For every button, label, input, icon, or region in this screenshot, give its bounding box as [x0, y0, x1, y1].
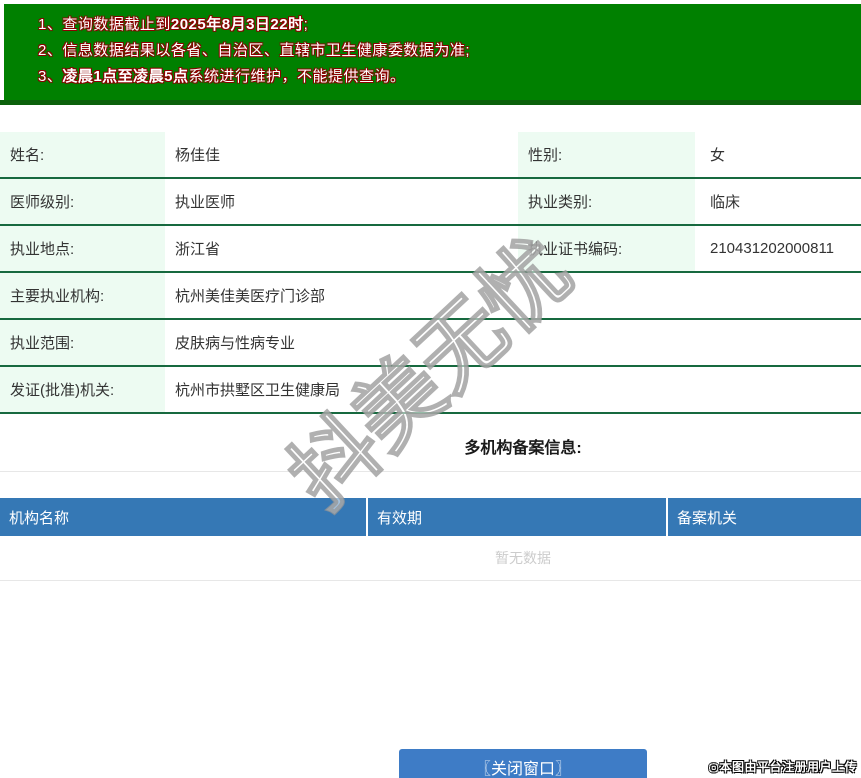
notice-banner-divider — [0, 100, 861, 105]
notice-text: 查询数据截止到 — [62, 16, 171, 33]
field-label-certificate-number: 执业证书编码: — [518, 226, 695, 271]
field-value-name: 杨佳佳 — [175, 147, 221, 164]
notice-text: ; — [303, 16, 309, 33]
notice-bold-text: 凌晨1点至凌晨5点 — [62, 68, 189, 85]
field-label-issuing-authority: 发证(批准)机关: — [0, 367, 165, 412]
field-label-practice-location: 执业地点: — [0, 226, 165, 271]
notice-text: 系统进行维护，不能提供查询。 — [188, 68, 406, 85]
upload-credit-watermark: ◎本图由平台注册用户上传 — [708, 760, 857, 774]
query-result-page: 1、查询数据截止到2025年8月3日22时; 2、信息数据结果以各省、自治区、直… — [0, 0, 861, 778]
filing-section-title: 多机构备案信息: — [464, 440, 582, 457]
field-value-issuing-authority: 杭州市拱墅区卫生健康局 — [175, 382, 341, 399]
table-row: 执业范围: 皮肤病与性病专业 — [0, 320, 861, 367]
divider — [0, 471, 861, 472]
field-label-gender: 性别: — [518, 132, 695, 177]
column-header-validity-period: 有效期 — [368, 498, 668, 536]
notice-line-2: 2、信息数据结果以各省、自治区、直辖市卫生健康委数据为准; — [38, 38, 861, 64]
table-row: 主要执业机构: 杭州美佳美医疗门诊部 — [0, 273, 861, 320]
field-label-practice-category: 执业类别: — [518, 179, 695, 224]
field-value-practice-category: 临床 — [710, 194, 741, 211]
practitioner-info-table: 姓名: 杨佳佳 性别: 女 医师级别: 执业医师 执业类别: 临床 执业地点: … — [0, 132, 861, 414]
column-header-institution-name: 机构名称 — [0, 498, 368, 536]
field-label-main-institution: 主要执业机构: — [0, 273, 165, 318]
notice-number: 2、 — [38, 42, 63, 59]
notice-line-3: 3、凌晨1点至凌晨5点系统进行维护，不能提供查询。 — [38, 64, 861, 90]
filing-table-header: 机构名称 有效期 备案机关 — [0, 498, 861, 536]
table-row: 姓名: 杨佳佳 性别: 女 — [0, 132, 861, 179]
notice-bold-text: 2025年8月3日22时 — [170, 16, 304, 33]
field-value-main-institution: 杭州美佳美医疗门诊部 — [175, 288, 326, 305]
field-value-doctor-level: 执业医师 — [175, 194, 236, 211]
table-row: 医师级别: 执业医师 执业类别: 临床 — [0, 179, 861, 226]
empty-data-message: 暂无数据 — [495, 550, 551, 566]
notice-number: 1、 — [38, 16, 63, 33]
field-label-practice-scope: 执业范围: — [0, 320, 165, 365]
notice-text: 信息数据结果以各省、自治区、直辖市卫生健康委数据为准; — [62, 42, 471, 59]
table-row: 发证(批准)机关: 杭州市拱墅区卫生健康局 — [0, 367, 861, 414]
field-value-practice-location: 浙江省 — [175, 241, 221, 258]
close-window-button[interactable]: 〖关闭窗口〗 — [399, 749, 647, 778]
notice-banner: 1、查询数据截止到2025年8月3日22时; 2、信息数据结果以各省、自治区、直… — [4, 4, 861, 100]
table-row: 执业地点: 浙江省 执业证书编码: 210431202000811 — [0, 226, 861, 273]
notice-number: 3、 — [38, 68, 63, 85]
field-value-gender: 女 — [710, 147, 726, 164]
notice-line-1: 1、查询数据截止到2025年8月3日22时; — [38, 12, 861, 38]
field-value-practice-scope: 皮肤病与性病专业 — [175, 335, 296, 352]
divider — [0, 580, 861, 581]
field-value-certificate-number: 210431202000811 — [710, 240, 835, 257]
column-header-filing-authority: 备案机关 — [677, 509, 738, 527]
field-label-doctor-level: 医师级别: — [0, 179, 165, 224]
field-label-name: 姓名: — [0, 132, 165, 177]
